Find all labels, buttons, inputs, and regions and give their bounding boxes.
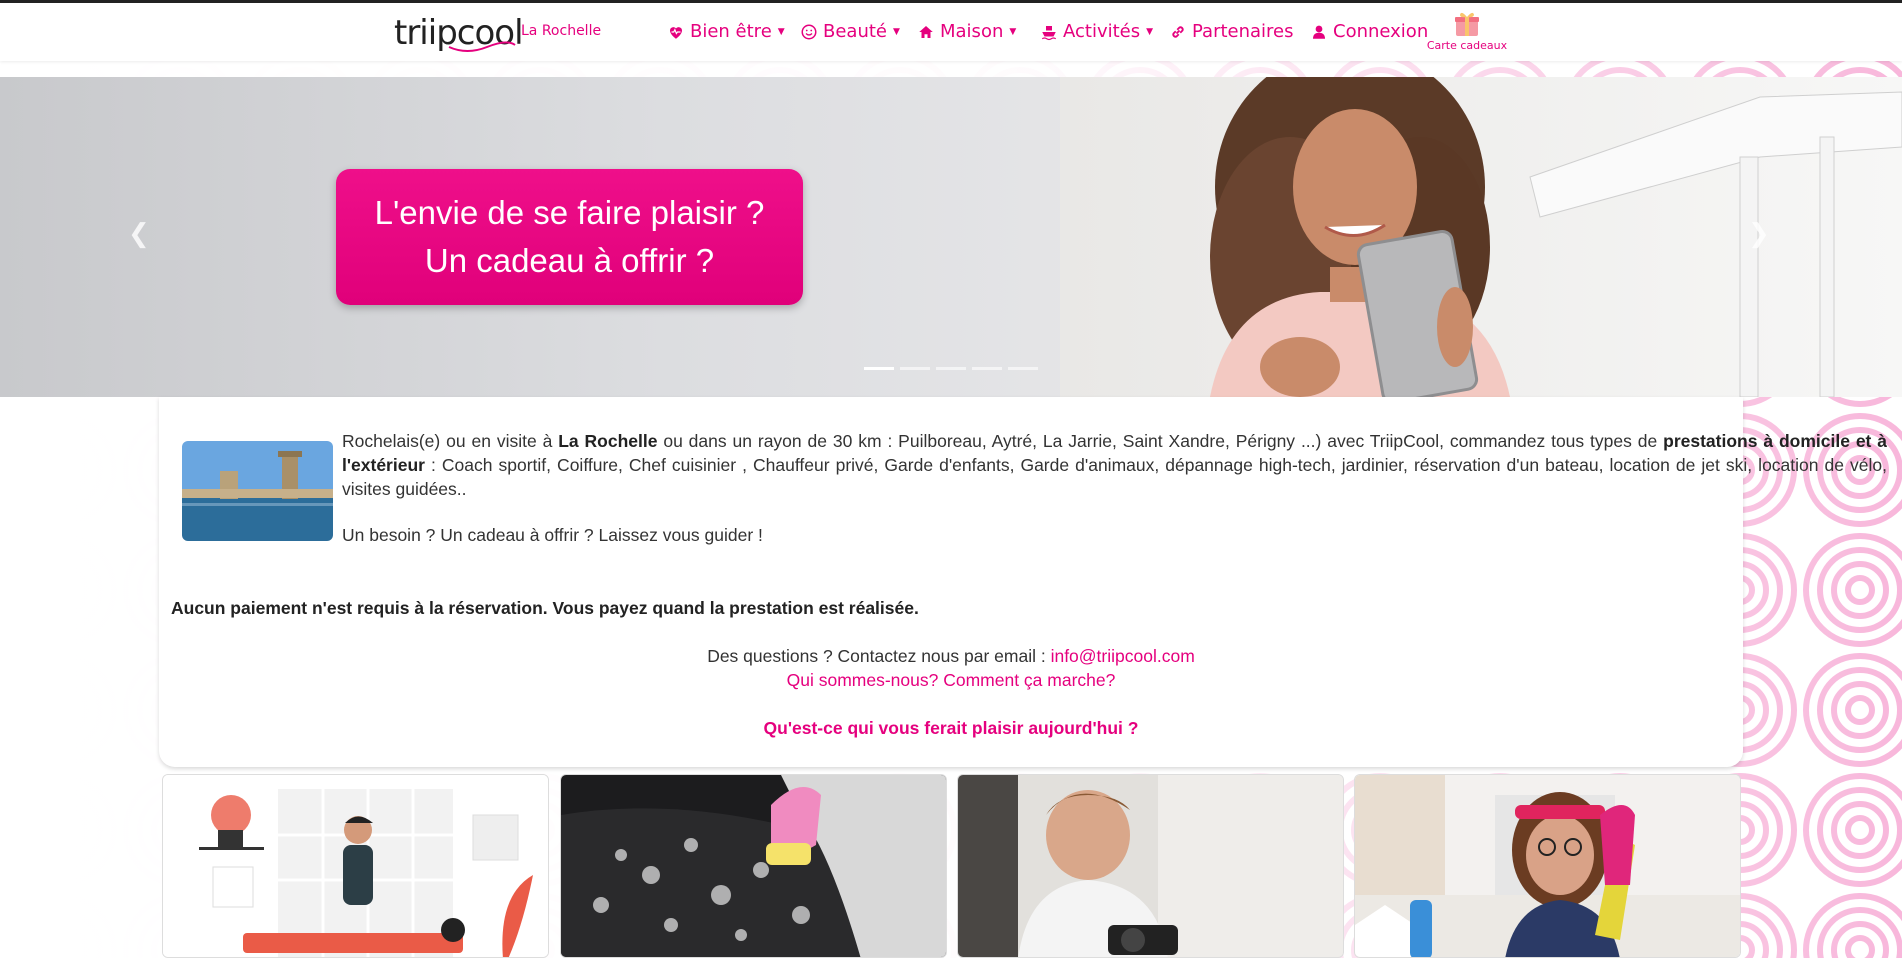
nav-label: Connexion: [1333, 21, 1429, 42]
gift-label: Carte cadeaux: [1426, 39, 1508, 52]
contact-email-link[interactable]: info@triipcool.com: [1051, 646, 1195, 666]
caret-down-icon: ▼: [1009, 26, 1017, 37]
nav-connexion[interactable]: Connexion: [1310, 21, 1428, 42]
nav-label: Activités: [1063, 21, 1141, 42]
carousel-prev-icon[interactable]: ❮: [128, 219, 150, 249]
nav-partenaires[interactable]: Partenaires: [1169, 21, 1294, 42]
hero-carousel: L'envie de se faire plaisir ? Un cadeau …: [0, 77, 1902, 397]
intro-card: Rochelais(e) ou en visite à La Rochelle …: [159, 397, 1887, 767]
intro-text-part: : Coach sportif, Coiffure, Chef cuisinie…: [342, 455, 1887, 499]
category-card[interactable]: [957, 774, 1344, 958]
intro-text-part: ou dans un rayon de 30 km : Puilboreau, …: [657, 431, 1664, 451]
category-cards: [162, 774, 1742, 958]
intro-text-part: Rochelais(e) ou en visite à: [342, 431, 559, 451]
carousel-indicator[interactable]: [900, 367, 930, 370]
car-wash-photo: [561, 775, 946, 957]
hero-banner: L'envie de se faire plaisir ? Un cadeau …: [336, 169, 803, 305]
intro-city: La Rochelle: [558, 431, 658, 451]
carousel-indicator[interactable]: [1008, 367, 1038, 370]
contact-line: Des questions ? Contactez nous par email…: [159, 646, 1743, 667]
logo-city: La Rochelle: [521, 23, 602, 39]
gift-icon: [1455, 12, 1479, 36]
nav-bien-etre[interactable]: Bien être ▼: [667, 21, 785, 42]
caret-down-icon: ▼: [893, 26, 900, 37]
link-icon: [1172, 25, 1184, 38]
nav-maison[interactable]: Maison ▼: [917, 21, 1016, 42]
contact-prefix: Des questions ? Contactez nous par email…: [707, 646, 1051, 666]
nav-activites[interactable]: Activités ▼: [1040, 21, 1153, 42]
nav-label: Bien être: [690, 21, 772, 42]
caret-down-icon: ▼: [777, 26, 785, 37]
intro-guide-text: Un besoin ? Un cadeau à offrir ? Laissez…: [342, 525, 763, 545]
home-icon: [919, 25, 933, 38]
category-card[interactable]: [560, 774, 947, 958]
gift-card-link[interactable]: Carte cadeaux: [1423, 9, 1511, 52]
top-border: [0, 0, 1902, 3]
intro-text: Rochelais(e) ou en visite à La Rochelle …: [342, 429, 1887, 501]
hero-line-1: L'envie de se faire plaisir ?: [374, 194, 765, 231]
navbar: triipcool La Rochelle Bien être ▼ Beauté ▼…: [0, 3, 1902, 61]
carousel-indicator[interactable]: [936, 367, 966, 370]
heart-icon: [670, 26, 682, 39]
carousel-indicator[interactable]: [972, 367, 1002, 370]
la-rochelle-photo: [182, 441, 333, 541]
category-card[interactable]: [1354, 774, 1741, 958]
hero-line-2: Un cadeau à offrir ?: [424, 242, 715, 279]
question-heading: Qu'est-ce qui vous ferait plaisir aujour…: [763, 718, 1139, 738]
user-icon: [1313, 25, 1325, 39]
cleaning-photo: [1355, 775, 1740, 957]
massage-illustration: [163, 775, 548, 957]
logo-swirl-icon: [448, 41, 516, 52]
nav-label: Partenaires: [1192, 21, 1294, 42]
nav-label: Beauté: [823, 21, 887, 42]
payment-note: Aucun paiement n'est requis à la réserva…: [171, 598, 919, 618]
nav-label: Maison: [940, 21, 1004, 42]
tech-repair-photo: [958, 775, 1343, 957]
category-card[interactable]: [162, 774, 549, 958]
ship-icon: [1041, 25, 1057, 40]
carousel-next-icon[interactable]: ❯: [1748, 219, 1770, 249]
smile-icon: [801, 24, 817, 39]
carousel-indicators: [864, 367, 1038, 370]
hero-photo: [1060, 77, 1902, 397]
carousel-indicator[interactable]: [864, 367, 894, 370]
nav-beaute[interactable]: Beauté ▼: [800, 21, 900, 42]
caret-down-icon: ▼: [1146, 26, 1154, 37]
about-link[interactable]: Qui sommes-nous? Comment ça marche?: [159, 670, 1743, 691]
